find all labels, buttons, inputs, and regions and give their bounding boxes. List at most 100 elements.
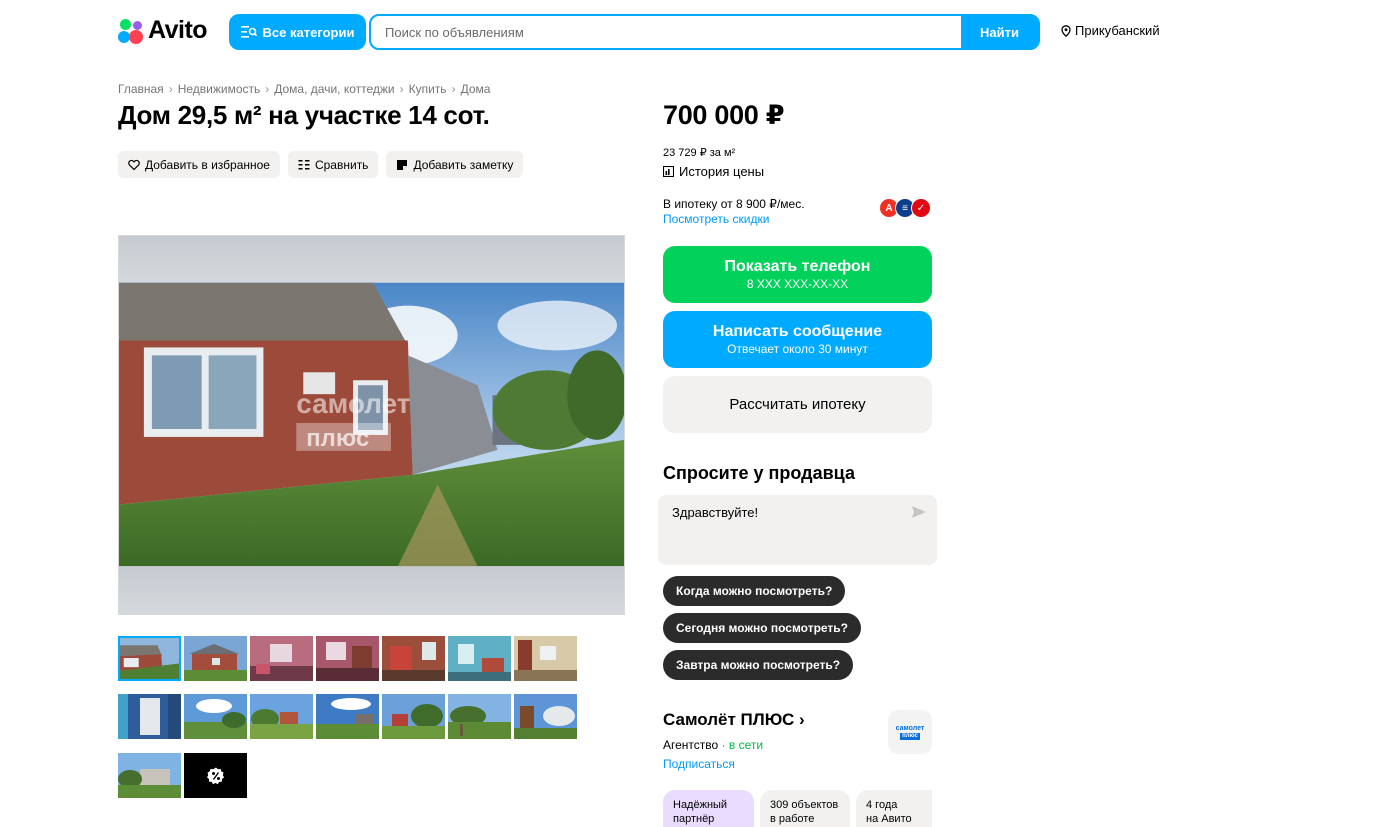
photo-thumbnail[interactable] [118, 636, 181, 681]
photo-thumbnail[interactable] [514, 636, 577, 681]
price-history-link[interactable]: История цены [663, 164, 764, 179]
show-phone-label: Показать телефон [724, 258, 871, 275]
photo-thumbnail[interactable] [250, 636, 313, 681]
all-categories-button[interactable]: Все категории [229, 14, 366, 50]
thumbnail-image [514, 694, 577, 739]
breadcrumb-item[interactable]: Главная [118, 82, 164, 96]
photo-thumbnail[interactable] [118, 694, 181, 739]
note-label: Добавить заметку [413, 157, 514, 172]
breadcrumb-item[interactable]: Дома [461, 82, 491, 96]
thumbnail-image [448, 636, 511, 681]
response-time: Отвечает около 30 минут [727, 342, 868, 356]
search-bar: Найти [369, 14, 1040, 50]
discounts-link[interactable]: Посмотреть скидки [663, 212, 769, 226]
ask-seller-box: Здравствуйте! [658, 495, 937, 565]
subscribe-link[interactable]: Подписаться [663, 757, 735, 771]
write-message-button[interactable]: Написать сообщение Отвечает около 30 мин… [663, 311, 932, 368]
thumbnail-image [184, 636, 247, 681]
price-per-m2: 23 729 ₽ за м² [663, 147, 736, 159]
photo-thumbnail[interactable] [184, 636, 247, 681]
breadcrumb-item[interactable]: Недвижимость [178, 82, 261, 96]
chart-icon [663, 166, 674, 177]
more-photos-thumbnail[interactable] [184, 753, 247, 798]
photo-thumbnail[interactable] [448, 694, 511, 739]
thumbnail-image [382, 694, 445, 739]
discount-badge-icon [206, 767, 224, 784]
location-pin-icon [1061, 24, 1071, 37]
watermark-text: самолет [296, 388, 410, 419]
listing-actions: Добавить в избранное Сравнить Добавить з… [118, 151, 524, 178]
add-to-favorites-button[interactable]: Добавить в избранное [118, 151, 280, 178]
photo-thumbnail[interactable] [184, 694, 247, 739]
location-selector[interactable]: Прикубанский [1061, 23, 1160, 38]
quick-question-chip[interactable]: Сегодня можно посмотреть? [663, 613, 862, 643]
seller-name-link[interactable]: Самолёт ПЛЮС › [663, 710, 805, 730]
thumbnail-image [250, 694, 313, 739]
online-status: · в сети [721, 738, 764, 752]
calculate-mortgage-label: Рассчитать ипотеку [729, 396, 866, 413]
badge-line: 4 года [866, 799, 898, 811]
badge-line: партнёр [673, 813, 715, 825]
breadcrumb-separator-icon: › [399, 82, 404, 96]
listing-title: Дом 29,5 м² на участке 14 сот. [118, 100, 490, 130]
seller-badges: Надёжный партнёр 309 объектов в работе 4… [663, 790, 932, 827]
mortgage-offer: В ипотеку от 8 900 ₽/мес. [663, 197, 805, 211]
show-phone-button[interactable]: Показать телефон 8 XXX XXX-XX-XX [663, 246, 932, 303]
watermark-text: плюс [306, 425, 369, 452]
thumbnail-image [184, 694, 247, 739]
search-input[interactable] [371, 16, 962, 48]
write-message-label: Написать сообщение [712, 323, 883, 340]
categories-search-icon [240, 26, 257, 38]
calculate-mortgage-button[interactable]: Рассчитать ипотеку [663, 376, 932, 433]
bank-logos: А ≡ ✓ [879, 198, 933, 218]
compare-icon [298, 159, 310, 169]
compare-button[interactable]: Сравнить [287, 151, 379, 178]
bank-icon: ✓ [911, 198, 931, 218]
compare-label: Сравнить [314, 157, 369, 172]
thumbnail-image [382, 636, 445, 681]
photo-thumbnail[interactable] [382, 694, 445, 739]
thumbnail-image [118, 753, 181, 798]
avito-logo[interactable]: Avito [118, 16, 208, 45]
photo-thumbnail[interactable] [316, 636, 379, 681]
quick-question-chip[interactable]: Завтра можно посмотреть? [663, 650, 854, 680]
seller-avatar[interactable]: самолет плюс [888, 710, 932, 754]
photo-thumbnail[interactable] [382, 636, 445, 681]
objects-count-badge[interactable]: 309 объектов в работе [760, 790, 850, 827]
header: Avito Все категории Найти Прикубанский [0, 0, 1373, 64]
search-button[interactable]: Найти [961, 16, 1038, 48]
breadcrumb-item[interactable]: Дома, дачи, коттеджи [274, 82, 394, 96]
thumbnail-image [514, 636, 577, 681]
photo-thumbnail[interactable] [118, 753, 181, 798]
photo-thumbnail[interactable] [316, 694, 379, 739]
message-input[interactable]: Здравствуйте! [672, 505, 902, 555]
thumbnail-image [316, 694, 379, 739]
all-categories-label: Все категории [262, 24, 355, 40]
price: 700 000 ₽ [663, 100, 785, 130]
seller-type: Агентство · в сети [663, 738, 763, 752]
seller-type-label: Агентство [663, 738, 719, 752]
thumbnail-image [448, 694, 511, 739]
logo-text: Avito [148, 16, 208, 44]
reliable-partner-badge[interactable]: Надёжный партнёр [663, 790, 754, 827]
badge-line: Надёжный [673, 799, 728, 811]
badge-line: 309 объектов [770, 799, 839, 811]
add-note-button[interactable]: Добавить заметку [386, 151, 524, 178]
breadcrumb-separator-icon: › [168, 82, 173, 96]
photo-thumbnail[interactable] [448, 636, 511, 681]
breadcrumb-item[interactable]: Купить [409, 82, 447, 96]
avito-logo-icon [118, 18, 144, 44]
price-history-label: История цены [679, 164, 765, 179]
years-on-avito-badge[interactable]: 4 года на Авито [856, 790, 932, 827]
quick-question-chip[interactable]: Когда можно посмотреть? [663, 576, 846, 606]
badge-line: в работе [770, 813, 815, 825]
photo-thumbnail[interactable] [250, 694, 313, 739]
thumbnail-image [316, 636, 379, 681]
photo-thumbnail[interactable] [514, 694, 577, 739]
seller-logo-text: самолет [895, 724, 925, 732]
main-photo[interactable]: самолет плюс [118, 235, 625, 615]
breadcrumb-separator-icon: › [265, 82, 270, 96]
send-icon[interactable] [911, 505, 927, 519]
favorites-label: Добавить в избранное [145, 157, 270, 172]
thumbnail-image [120, 638, 179, 679]
